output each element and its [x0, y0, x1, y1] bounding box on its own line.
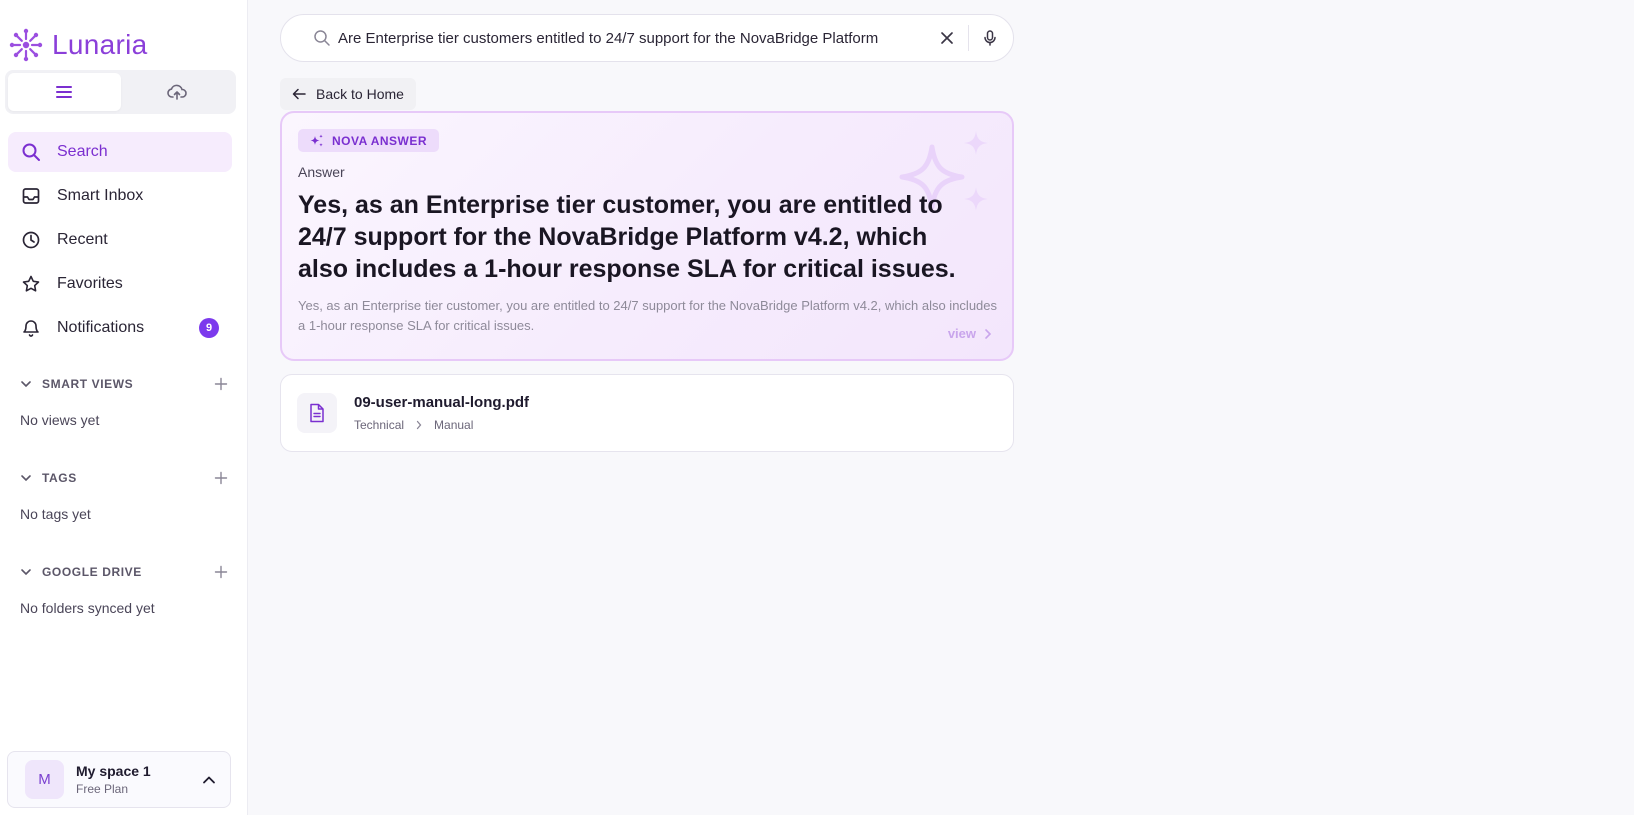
view-answer-link[interactable]: view — [948, 326, 992, 341]
sidebar-item-label: Favorites — [57, 275, 123, 292]
tags-header[interactable]: TAGS — [20, 468, 229, 488]
back-to-home-button[interactable]: Back to Home — [280, 78, 416, 110]
nova-answer-card: NOVA ANSWER Answer Yes, as an Enterprise… — [280, 111, 1014, 361]
view-toggle — [5, 70, 236, 114]
view-link-label: view — [947, 326, 976, 341]
add-tag-button[interactable] — [213, 470, 229, 486]
menu-icon — [56, 86, 73, 98]
upload-toggle[interactable] — [121, 73, 234, 111]
list-view-toggle[interactable] — [8, 73, 121, 111]
sidebar-item-label: Notifications — [57, 319, 145, 336]
section-title: SMART VIEWS — [42, 377, 134, 391]
chevron-down-icon — [20, 568, 32, 576]
avatar: M — [25, 760, 64, 799]
google-drive-header[interactable]: GOOGLE DRIVE — [20, 562, 229, 582]
sidebar-item-recent[interactable]: Recent — [8, 220, 232, 260]
result-info: 09-user-manual-long.pdf Technical Manual — [354, 394, 529, 432]
result-breadcrumb: Technical Manual — [354, 418, 529, 432]
sidebar-item-notifications[interactable]: Notifications 9 — [8, 308, 232, 348]
section-title: TAGS — [42, 471, 77, 485]
arrow-left-icon — [292, 88, 306, 100]
sidebar-nav: Search Smart Inbox Recent Favorites Noti… — [0, 132, 247, 348]
google-drive-section: GOOGLE DRIVE No folders synced yet — [0, 562, 247, 620]
sidebar-item-label: Recent — [57, 231, 108, 248]
search-bar — [280, 14, 1014, 62]
plus-icon — [214, 377, 228, 391]
app-name: Lunaria — [52, 29, 148, 60]
sidebar-item-search[interactable]: Search — [8, 132, 232, 172]
nova-answer-label: NOVA ANSWER — [332, 133, 428, 148]
inbox-icon — [21, 186, 41, 206]
section-empty-text: No tags yet — [20, 506, 91, 522]
sidebar-item-label: Smart Inbox — [57, 187, 144, 204]
main-content: Back to Home NOVA ANSWER Answer Yes, as … — [248, 0, 1634, 815]
tags-section: TAGS No tags yet — [0, 468, 247, 526]
breadcrumb-subcategory: Manual — [434, 418, 474, 432]
sidebar: Lunaria Search Smart Inbox Recent Favori… — [0, 0, 248, 815]
section-empty-text: No folders synced yet — [20, 600, 155, 616]
star-icon — [21, 274, 41, 294]
sparkle-icon — [310, 134, 323, 147]
answer-text: Yes, as an Enterprise tier customer, you… — [298, 190, 956, 283]
smart-views-section: SMART VIEWS No views yet — [0, 374, 247, 432]
workspace-plan: Free Plan — [76, 782, 129, 796]
search-divider — [968, 25, 969, 51]
chevron-down-icon — [20, 474, 32, 482]
chevron-right-icon — [416, 420, 422, 430]
breadcrumb-category: Technical — [354, 418, 405, 432]
workspace-name: My space 1 — [76, 763, 151, 779]
chevron-right-icon — [985, 328, 992, 339]
clock-icon — [21, 230, 41, 250]
answer-heading: Answer — [298, 163, 345, 180]
sidebar-item-label: Search — [57, 143, 108, 160]
cloud-upload-icon — [166, 84, 187, 100]
search-input[interactable] — [338, 29, 928, 47]
workspace-info: My space 1 Free Plan — [76, 763, 202, 796]
document-icon — [310, 403, 324, 423]
search-icon — [21, 142, 41, 162]
result-file-name: 09-user-manual-long.pdf — [354, 394, 530, 411]
section-empty-text: No views yet — [20, 412, 100, 428]
lunaria-logo-icon — [9, 28, 43, 62]
plus-icon — [214, 565, 228, 579]
section-title: GOOGLE DRIVE — [42, 565, 142, 579]
chevron-up-icon — [203, 776, 215, 783]
search-icon — [314, 30, 330, 46]
sidebar-item-favorites[interactable]: Favorites — [8, 264, 232, 304]
search-result-item[interactable]: 09-user-manual-long.pdf Technical Manual — [280, 374, 1014, 452]
add-smart-view-button[interactable] — [213, 376, 229, 392]
plus-icon — [214, 471, 228, 485]
app-root: Lunaria Search Smart Inbox Recent Favori… — [0, 0, 1634, 815]
logo[interactable]: Lunaria — [0, 0, 247, 70]
notification-count-badge: 9 — [199, 318, 219, 338]
file-icon-container — [297, 393, 337, 433]
microphone-icon[interactable] — [981, 29, 999, 47]
smart-views-header[interactable]: SMART VIEWS — [20, 374, 229, 394]
clear-search-icon[interactable] — [938, 29, 956, 47]
bell-icon — [21, 318, 41, 338]
chevron-down-icon — [20, 380, 32, 388]
workspace-switcher[interactable]: M My space 1 Free Plan — [7, 751, 231, 808]
nova-answer-pill: NOVA ANSWER — [298, 129, 440, 152]
sidebar-item-smart-inbox[interactable]: Smart Inbox — [8, 176, 232, 216]
add-drive-folder-button[interactable] — [213, 564, 229, 580]
back-to-home-label: Back to Home — [316, 86, 404, 102]
answer-source-snippet: Yes, as an Enterprise tier customer, you… — [298, 297, 998, 333]
